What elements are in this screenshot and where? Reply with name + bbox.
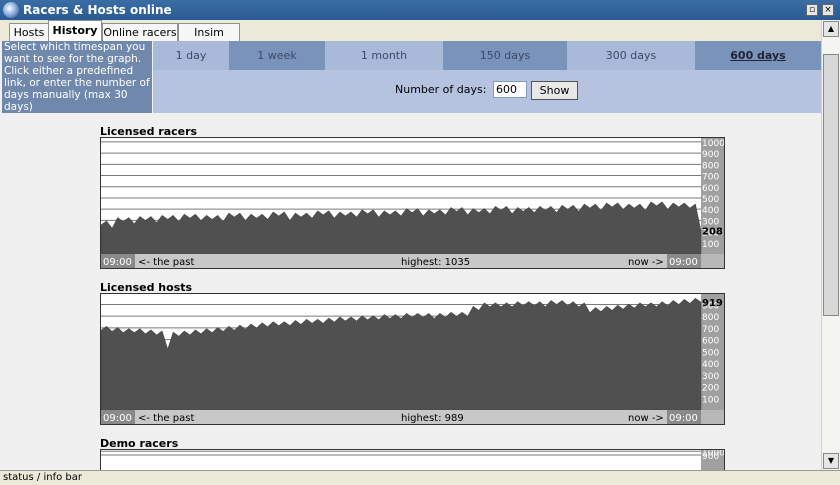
footer-axis-box (701, 254, 724, 268)
y-tick-label: 800 (702, 313, 719, 323)
status-bar: status / info bar (0, 470, 840, 485)
days-form: Number of days: 600 Show (153, 70, 821, 113)
period-1-month[interactable]: 1 month (325, 41, 443, 70)
y-tick-label: 400 (702, 206, 719, 216)
licensed-hosts-graph: 90080070060050040030020010091909:00 <- th… (101, 294, 724, 424)
licensed-racers-chart: 1000 900 800 700 600 500 400 300 200 100 208 09:00 <… (100, 137, 725, 269)
app-globe-icon (3, 2, 19, 18)
current-value-label: 208 (702, 227, 723, 238)
footer-axis-box (701, 410, 724, 424)
y-tick-label: 400 (702, 360, 719, 370)
restore-button[interactable]: ▫ (806, 4, 818, 16)
time-right-label: 09:00 (669, 413, 698, 424)
y-tick-label: 600 (702, 337, 719, 347)
y-tick-label: 100 (702, 395, 719, 405)
y-tick-label: 500 (702, 348, 719, 358)
y-tick-label: 100 (702, 240, 719, 250)
current-value-label: 919 (702, 298, 723, 309)
past-label: <- the past (138, 413, 194, 424)
y-tick-label: 800 (702, 161, 719, 171)
show-button[interactable]: Show (531, 81, 578, 100)
y-tick-label: 500 (702, 195, 719, 205)
period-links: 1 day 1 week 1 month 150 days 300 days 6… (153, 41, 821, 70)
now-label: now -> (628, 413, 664, 424)
period-300-days[interactable]: 300 days (567, 41, 695, 70)
time-left-label: 09:00 (103, 257, 132, 268)
vertical-scrollbar[interactable]: ▲ ▼ (821, 20, 840, 470)
y-tick-label: 900 (702, 452, 719, 462)
tab-online-racers[interactable]: Online racers (102, 23, 178, 41)
days-label: Number of days: (395, 83, 487, 96)
tab-hosts[interactable]: Hosts (9, 23, 49, 41)
period-1-week[interactable]: 1 week (229, 41, 325, 70)
time-left-label: 09:00 (103, 413, 132, 424)
data-area (101, 297, 702, 411)
demo-racers-graph: 1000900 (101, 450, 724, 470)
tab-insim-relay[interactable]: Insim relay (178, 23, 240, 56)
close-button[interactable]: × (822, 4, 834, 16)
licensed-racers-graph: 100090080070060050040030020010020809:00 <… (101, 138, 724, 268)
title-bar: Racers & Hosts online ▫ × (0, 0, 840, 20)
tab-history[interactable]: History (48, 20, 102, 42)
y-tick-label: 600 (702, 184, 719, 194)
period-600-days[interactable]: 600 days (695, 41, 821, 70)
licensed-hosts-chart: 900 800 700 600 500 400 300 200 100 919 09:00 <- th… (100, 293, 725, 425)
y-tick-label: 1000 (702, 139, 724, 149)
highest-label: highest: 1035 (401, 257, 470, 268)
period-1-day[interactable]: 1 day (153, 41, 229, 70)
days-input[interactable]: 600 (493, 81, 527, 98)
period-150-days[interactable]: 150 days (443, 41, 567, 70)
now-label: now -> (628, 257, 664, 268)
y-tick-label: 700 (702, 173, 719, 183)
highest-label: highest: 989 (401, 413, 464, 424)
demo-racers-chart: 1000 900 (100, 449, 725, 470)
y-tick-label: 300 (702, 372, 719, 382)
scroll-thumb[interactable] (823, 54, 839, 316)
scroll-down-arrow-icon[interactable]: ▼ (823, 453, 839, 469)
y-tick-label: 700 (702, 325, 719, 335)
history-panel: Select which timespan you want to see fo… (0, 41, 821, 470)
scroll-up-arrow-icon[interactable]: ▲ (823, 21, 839, 37)
y-tick-label: 900 (702, 150, 719, 160)
y-tick-label: 200 (702, 384, 719, 394)
timespan-bar: 1 day 1 week 1 month 150 days 300 days 6… (153, 41, 821, 113)
time-right-label: 09:00 (669, 257, 698, 268)
window-title: Racers & Hosts online (23, 3, 172, 17)
past-label: <- the past (138, 257, 194, 268)
tab-bar: Hosts History Online racers Insim relay (0, 20, 840, 56)
timespan-help-text: Select which timespan you want to see fo… (2, 41, 152, 113)
